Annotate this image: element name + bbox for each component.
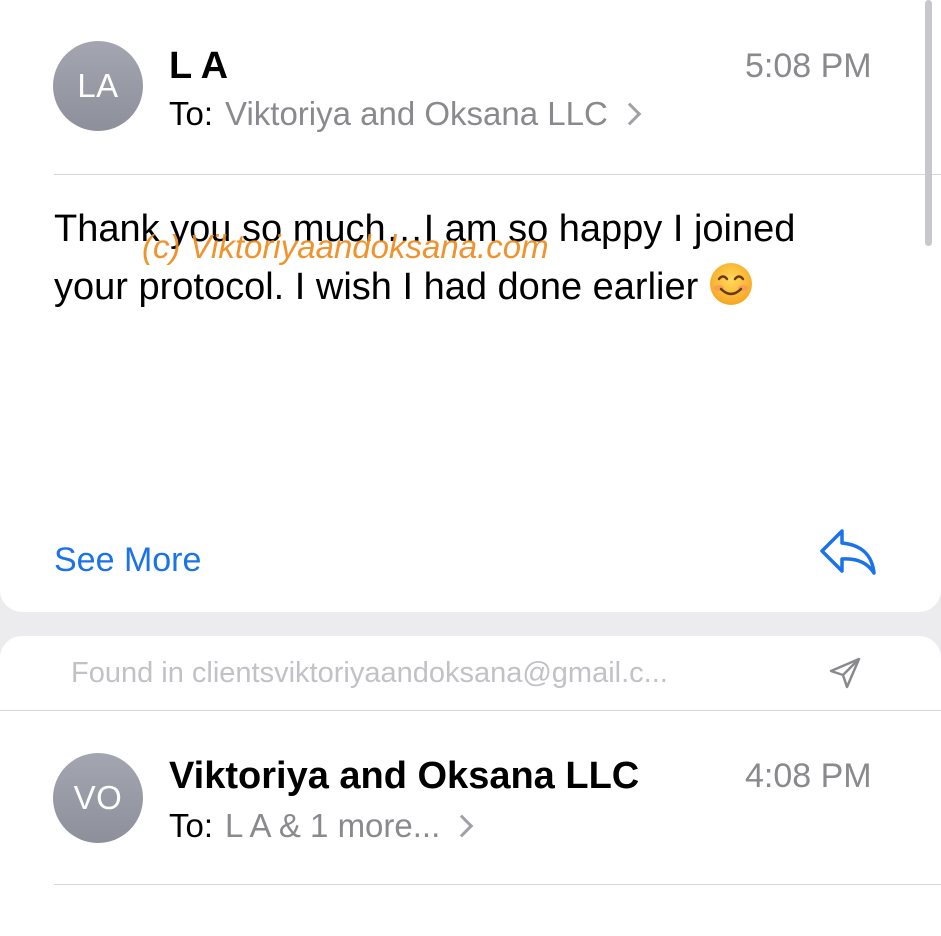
chevron-right-icon	[450, 814, 474, 838]
found-in-label: Found in clientsviktoriyaandoksana@gmail…	[71, 657, 668, 689]
to-label: To:	[169, 807, 214, 844]
divider	[54, 884, 941, 885]
recipient-name: Viktoriya and Oksana LLC	[225, 95, 608, 132]
see-more-link[interactable]: See More	[54, 540, 201, 580]
scrollbar[interactable]	[925, 0, 932, 246]
recipient-line[interactable]: To: Viktoriya and Oksana LLC	[169, 94, 642, 134]
recipient-name: L A & 1 more...	[225, 807, 441, 844]
send-arrow-icon[interactable]	[828, 656, 862, 690]
divider	[54, 174, 941, 175]
sender-name: Viktoriya and Oksana LLC	[169, 755, 640, 797]
avatar: LA	[53, 41, 143, 131]
message-time: 4:08 PM	[745, 757, 872, 795]
sender-name: L A	[169, 45, 229, 87]
avatar: VO	[53, 753, 143, 843]
message-time: 5:08 PM	[745, 47, 872, 85]
smiling-face-emoji-icon	[708, 261, 754, 324]
reply-arrow-icon[interactable]	[818, 525, 880, 579]
chevron-right-icon	[618, 102, 642, 126]
watermark: (c) Viktoriyaandoksana.com	[142, 228, 549, 265]
message-card-1: LA L A 5:08 PM To: Viktoriya and Oksana …	[0, 0, 941, 612]
to-label: To:	[169, 95, 214, 132]
message-body-line: your protocol. I wish I had done earlier	[54, 266, 699, 308]
divider	[0, 710, 941, 711]
message-body-line-2: your protocol. I wish I had done earlier	[54, 258, 874, 324]
avatar-initials: VO	[73, 779, 123, 816]
avatar-initials: LA	[77, 67, 119, 104]
recipient-line[interactable]: To: L A & 1 more...	[169, 806, 474, 846]
